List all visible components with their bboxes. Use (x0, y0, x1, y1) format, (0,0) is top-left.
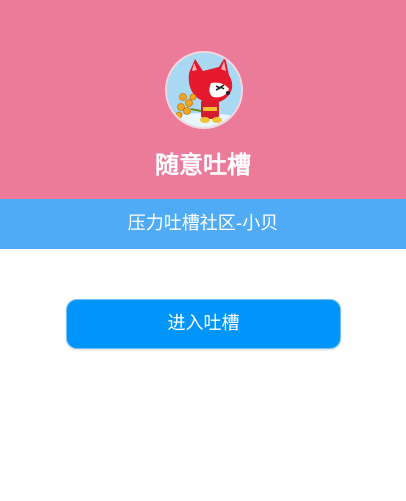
page: 随意吐槽 压力吐槽社区-小贝 进入吐槽 (0, 0, 406, 501)
avatar (165, 51, 243, 129)
header-banner: 随意吐槽 (0, 0, 406, 199)
page-title: 随意吐槽 (155, 151, 251, 179)
enter-button[interactable]: 进入吐槽 (66, 299, 341, 349)
cartoon-fox-avatar-icon (167, 53, 241, 127)
community-subtitle-bar: 压力吐槽社区-小贝 (0, 199, 406, 249)
